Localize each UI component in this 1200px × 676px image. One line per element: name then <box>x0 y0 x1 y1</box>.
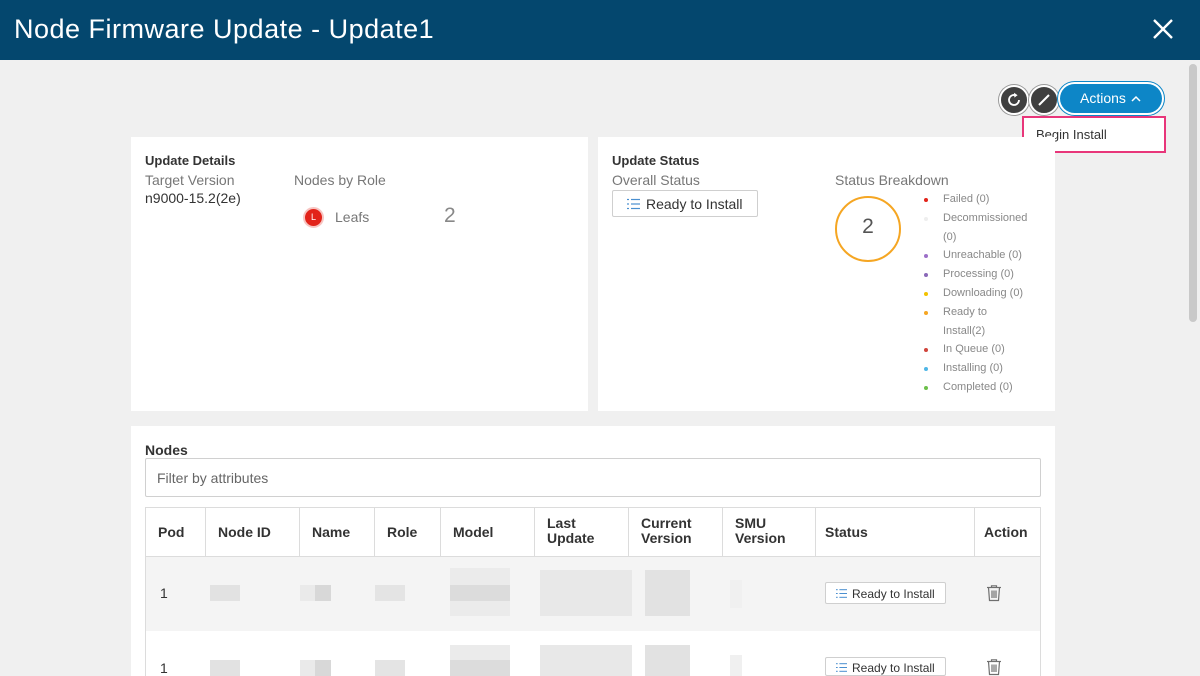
redacted-model-detail <box>450 660 510 676</box>
redacted-role <box>375 660 405 676</box>
column-header-status[interactable]: Status <box>816 508 975 557</box>
legend-item-label: Install(2) <box>943 324 986 337</box>
redacted-current-version <box>645 570 690 616</box>
update-details-title: Update Details <box>145 153 236 168</box>
status-ring: 2 <box>835 196 901 262</box>
update-status-title: Update Status <box>612 153 700 168</box>
target-version-label: Target Version <box>145 172 235 188</box>
legend-item-label: Completed (0) <box>943 381 1013 393</box>
target-version-value: n9000-15.2(2e) <box>145 190 241 206</box>
filter-input[interactable] <box>146 459 1040 496</box>
row-status-label: Ready to Install <box>852 661 935 675</box>
scrollbar-thumb[interactable] <box>1189 64 1197 322</box>
redacted-last-update <box>540 570 632 616</box>
redacted-node-id <box>210 585 240 601</box>
title-bar: Node Firmware Update - Update1 <box>0 0 1200 60</box>
delete-button[interactable] <box>985 584 1003 602</box>
window-title: Node Firmware Update - Update1 <box>14 14 435 44</box>
nodes-by-role-label: Nodes by Role <box>294 172 386 188</box>
redacted-node-id <box>210 660 240 676</box>
actions-button-label: Actions <box>1080 90 1126 106</box>
row-pod: 1 <box>160 585 168 601</box>
vertical-scrollbar[interactable] <box>1186 62 1200 676</box>
redacted-current-version <box>645 645 690 676</box>
legend-item-label: In Queue (0) <box>943 343 1005 356</box>
overall-status-value: Ready to Install <box>646 196 743 212</box>
column-header-node-id[interactable]: Node ID <box>206 508 300 557</box>
column-header-model[interactable]: Model <box>441 508 535 557</box>
legend-dot <box>924 386 928 390</box>
legend-item-label: Decommissioned <box>943 211 1028 224</box>
redacted-smu-version <box>730 655 742 676</box>
status-total: 2 <box>862 215 874 238</box>
redacted-smu-version <box>730 580 742 608</box>
overall-status-label: Overall Status <box>612 172 700 188</box>
edit-button[interactable] <box>1029 85 1059 115</box>
legend-item-label: Downloading (0) <box>943 287 1024 299</box>
legend-item-label: (0) <box>943 230 957 243</box>
close-button[interactable] <box>1150 16 1176 42</box>
actions-button[interactable]: Actions <box>1060 84 1162 113</box>
legend-item-label: Processing (0) <box>943 268 1014 281</box>
column-header-pod[interactable]: Pod <box>146 508 206 557</box>
role-count: 2 <box>444 204 456 227</box>
legend-item-label: Failed (0) <box>943 193 990 205</box>
column-header-name[interactable]: Name <box>300 508 375 557</box>
legend-dot <box>924 310 928 315</box>
filter-field[interactable] <box>145 458 1041 497</box>
row-status-label: Ready to Install <box>852 587 935 601</box>
delete-button[interactable] <box>985 658 1003 676</box>
row-status-button[interactable]: Ready to Install <box>825 582 946 604</box>
trash-icon <box>987 585 1001 602</box>
nodes-title: Nodes <box>145 442 188 458</box>
column-header-last-update[interactable]: Last Update <box>535 508 629 557</box>
redacted-role <box>375 585 405 601</box>
close-icon <box>1153 19 1173 39</box>
column-header-role[interactable]: Role <box>375 508 441 557</box>
redacted-name-detail <box>315 585 331 601</box>
role-name: Leafs <box>335 209 370 225</box>
legend-dot <box>924 292 928 296</box>
chevron-up-icon <box>1131 95 1141 102</box>
legend-item-label: Unreachable (0) <box>943 249 1022 262</box>
redacted-name-detail <box>315 660 331 676</box>
refresh-button[interactable] <box>999 85 1029 115</box>
row-status-button[interactable]: Ready to Install <box>825 657 946 676</box>
redacted-model-detail <box>450 585 510 601</box>
column-header-action[interactable]: Action <box>975 508 1040 557</box>
list-icon <box>836 663 847 672</box>
pencil-icon <box>1038 94 1050 106</box>
legend-item-label: Installing (0) <box>943 362 1003 375</box>
status-breakdown-label: Status Breakdown <box>835 172 949 188</box>
legend-item-label: Ready to <box>943 305 988 318</box>
column-header-current-version[interactable]: Current Version <box>629 508 723 557</box>
list-icon <box>627 198 640 210</box>
redacted-last-update <box>540 645 632 676</box>
role-badge: L <box>303 207 324 228</box>
role-badge-letter: L <box>310 212 316 222</box>
legend-dot <box>924 216 928 221</box>
column-header-smu-version[interactable]: SMU Version <box>723 508 816 557</box>
overall-status-button[interactable]: Ready to Install <box>612 190 758 217</box>
refresh-icon <box>1008 92 1020 106</box>
row-pod: 1 <box>160 660 168 676</box>
list-icon <box>836 589 847 598</box>
trash-icon <box>987 659 1001 676</box>
legend-dot <box>924 198 928 202</box>
